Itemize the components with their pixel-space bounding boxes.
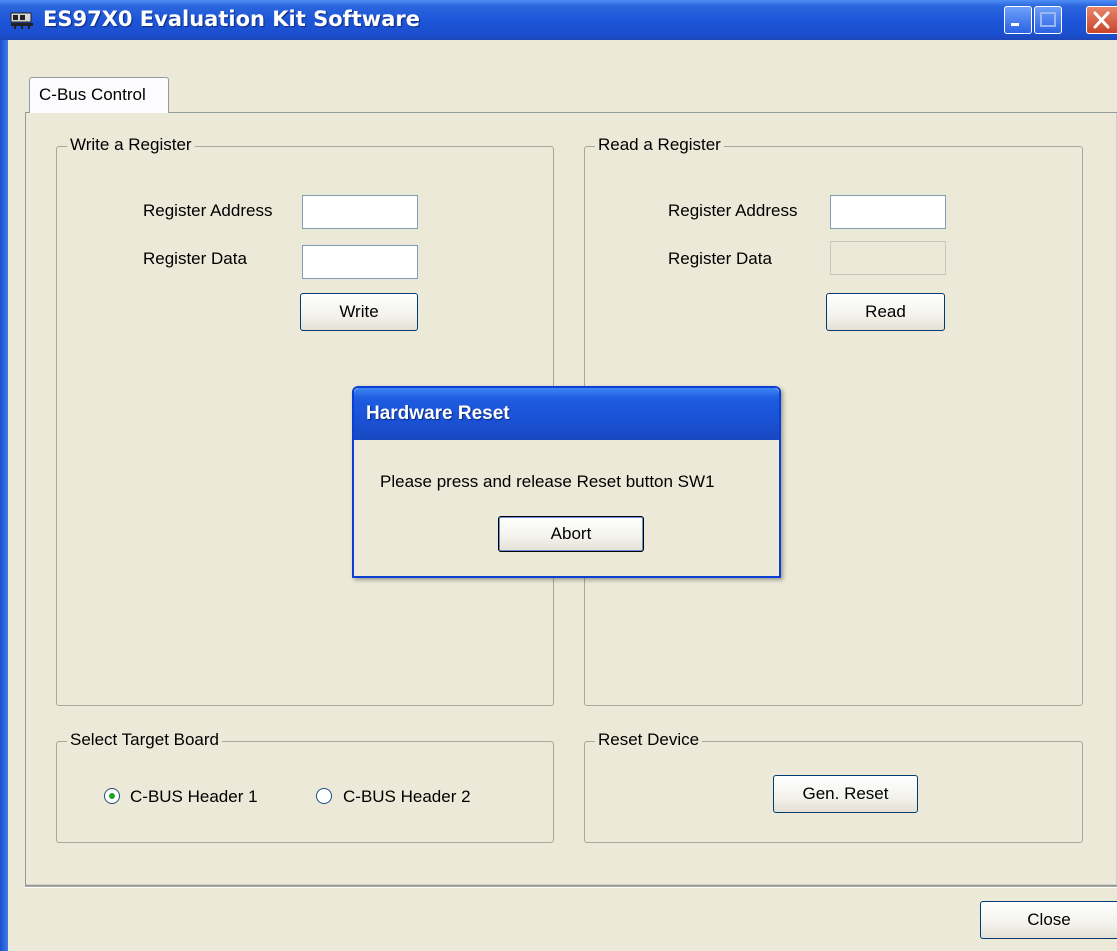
window-title: ES97X0 Evaluation Kit Software (43, 7, 420, 31)
c-bus-header-2-label[interactable]: C-BUS Header 2 (343, 787, 471, 807)
read-address-input[interactable] (830, 195, 946, 229)
bottom-separator (25, 886, 1117, 888)
minimize-button[interactable] (1004, 6, 1032, 34)
minimize-icon (1011, 23, 1019, 26)
close-window-button[interactable] (1086, 6, 1117, 34)
read-data-label: Register Data (668, 249, 772, 268)
tab-label: C-Bus Control (39, 85, 146, 104)
dialog-title-bar[interactable]: Hardware Reset (354, 388, 779, 440)
c-bus-header-1-label[interactable]: C-BUS Header 1 (130, 787, 258, 807)
write-address-label: Register Address (143, 201, 273, 220)
tab-c-bus-control[interactable]: C-Bus Control (29, 77, 169, 113)
title-bar[interactable]: ES97X0 Evaluation Kit Software (0, 0, 1117, 40)
close-icon (1093, 11, 1110, 29)
radio-selected-dot (109, 793, 115, 799)
write-data-input[interactable] (302, 245, 418, 279)
window-frame-left (0, 40, 8, 951)
app-icon[interactable] (10, 10, 34, 30)
close-button[interactable]: Close (980, 901, 1117, 939)
maximize-button[interactable] (1034, 6, 1062, 34)
write-data-label: Register Data (143, 249, 247, 268)
write-button[interactable]: Write (300, 293, 418, 331)
hardware-reset-dialog: Hardware Reset Please press and release … (352, 386, 781, 578)
abort-button[interactable]: Abort (498, 516, 644, 552)
write-group-title: Write a Register (67, 135, 195, 155)
dialog-title: Hardware Reset (366, 403, 510, 424)
read-group-title: Read a Register (595, 135, 724, 155)
read-data-field (830, 241, 946, 275)
gen-reset-button[interactable]: Gen. Reset (773, 775, 918, 813)
reset-group-title: Reset Device (595, 730, 703, 750)
target-group-title: Select Target Board (67, 730, 222, 750)
dialog-message: Please press and release Reset button SW… (380, 472, 715, 491)
radio-c-bus-header-1[interactable] (104, 788, 120, 804)
radio-c-bus-header-2[interactable] (316, 788, 332, 804)
maximize-icon (1040, 12, 1056, 27)
write-address-input[interactable] (302, 195, 418, 229)
read-button[interactable]: Read (826, 293, 945, 331)
read-address-label: Register Address (668, 201, 798, 220)
